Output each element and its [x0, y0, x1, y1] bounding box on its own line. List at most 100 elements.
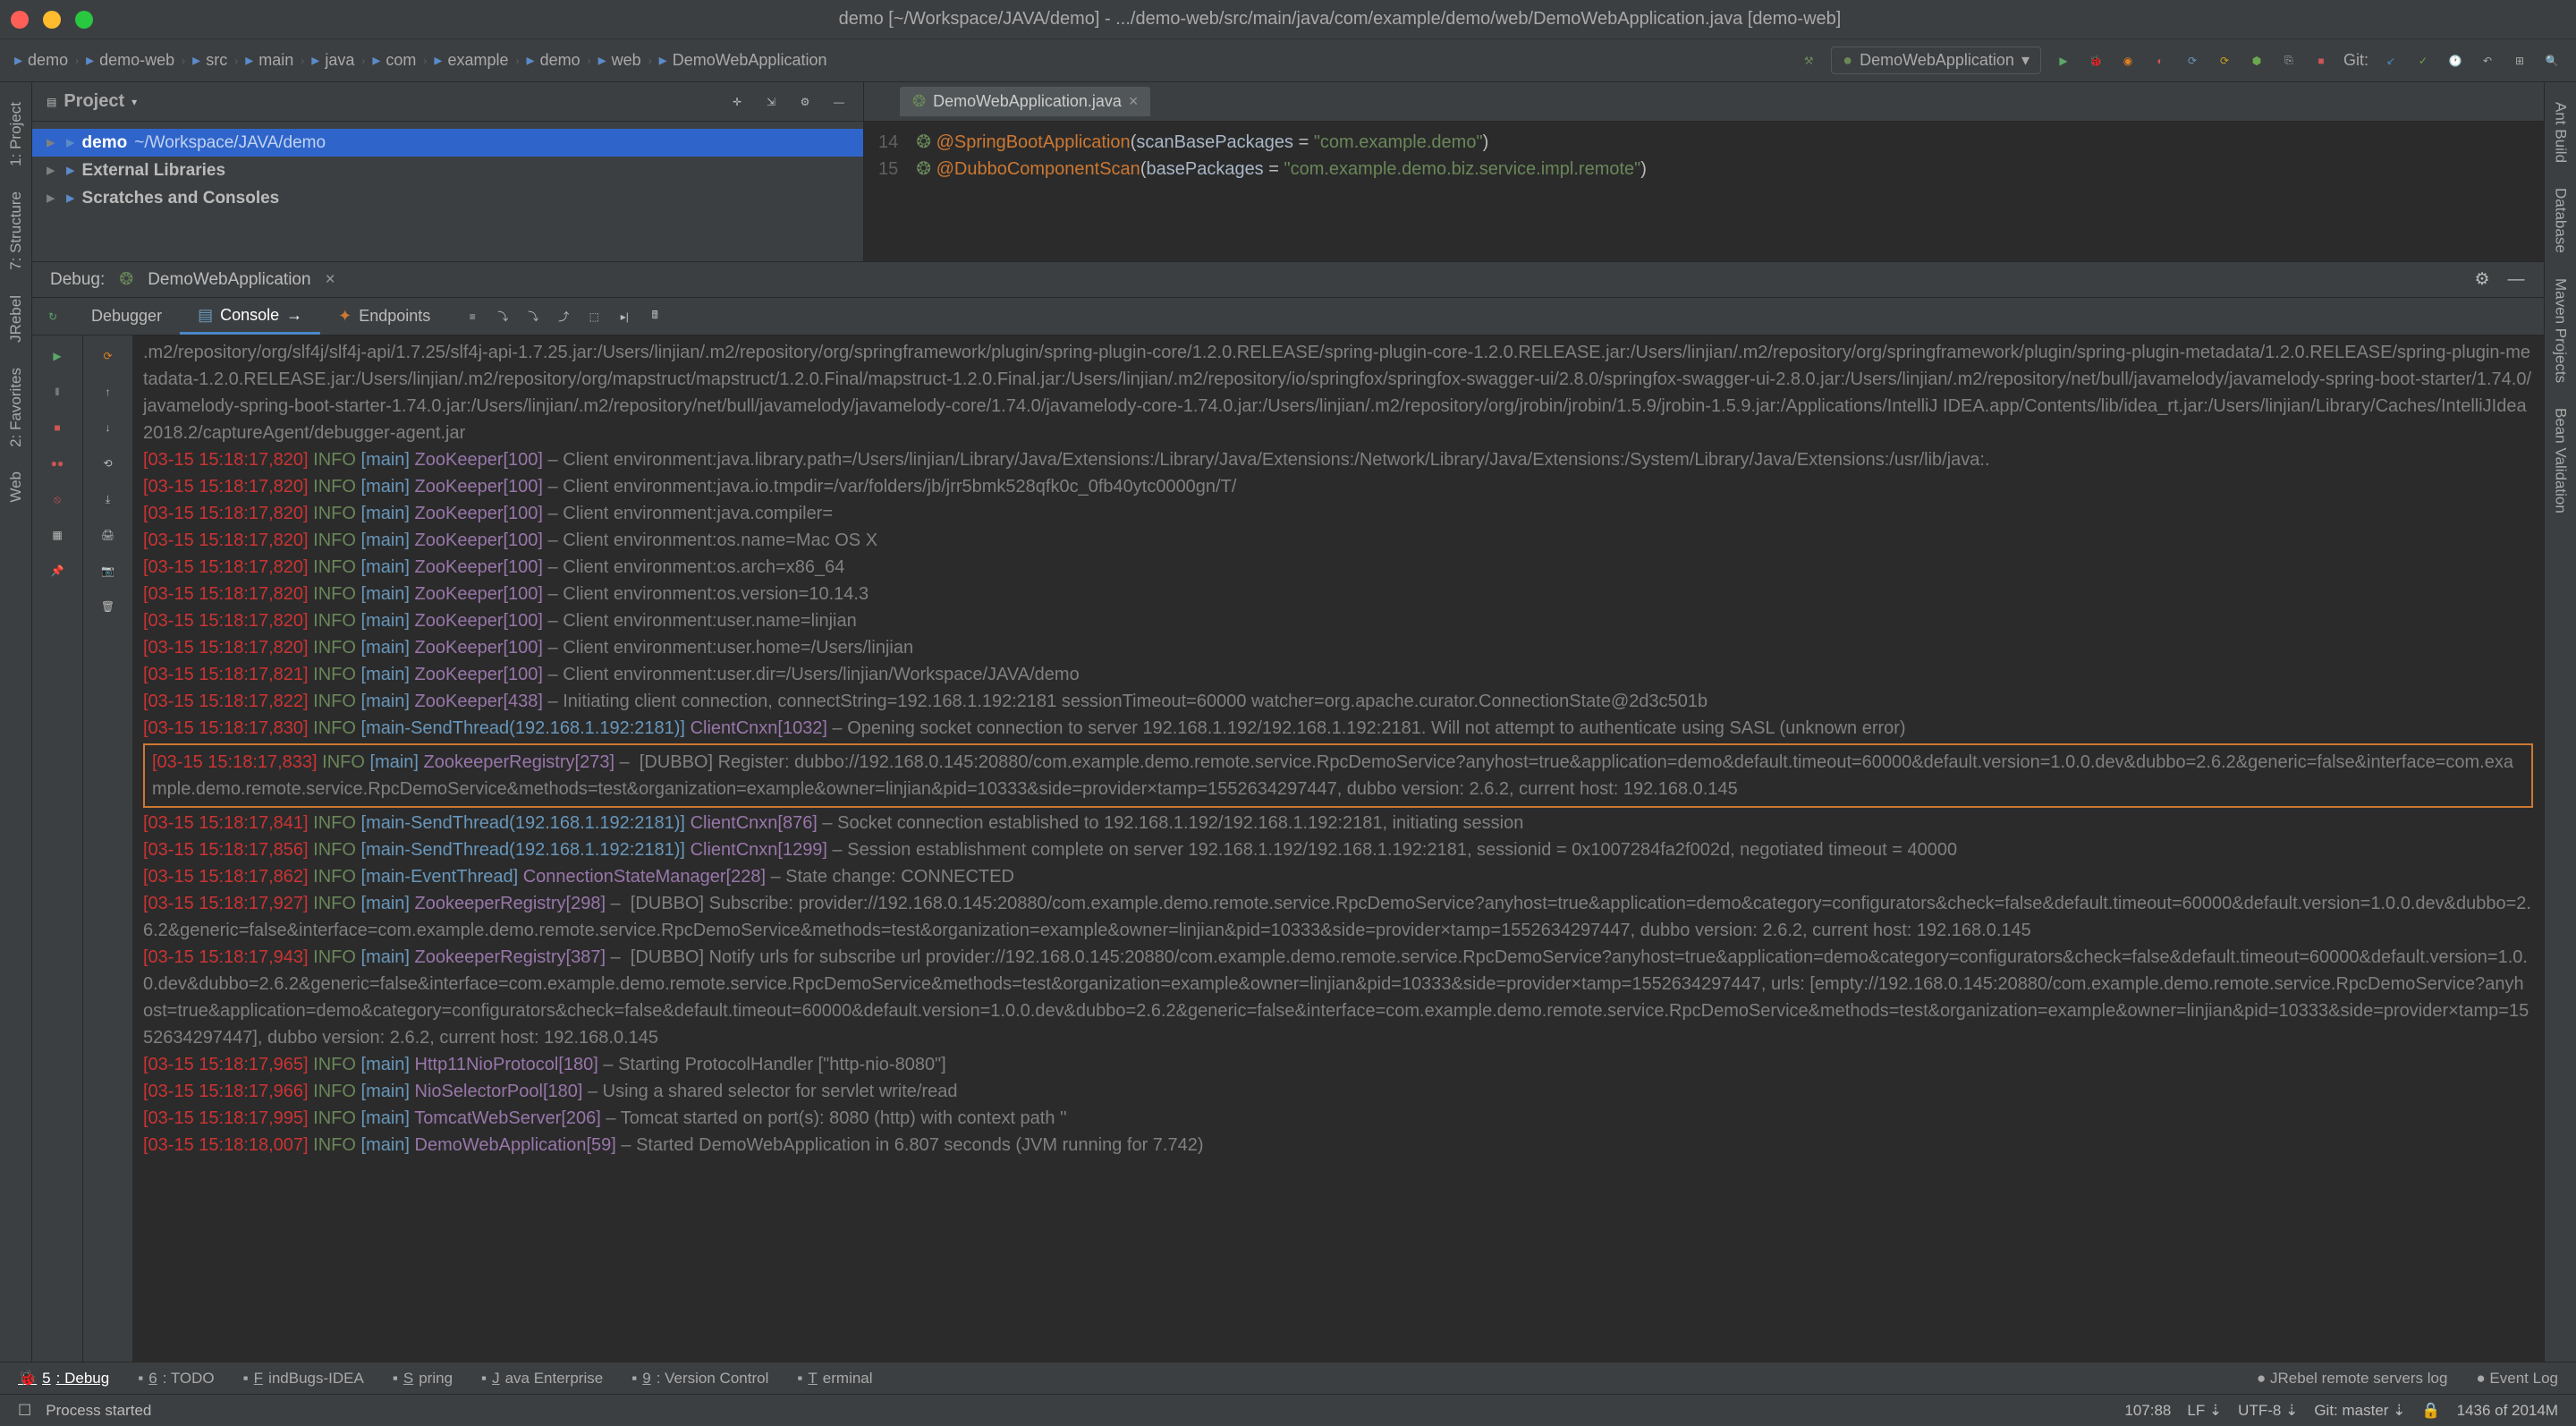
- print-icon[interactable]: 🖨: [98, 525, 118, 545]
- rail-tab[interactable]: JRebel: [7, 283, 25, 355]
- encoding[interactable]: UTF-8 ⇣: [2238, 1402, 2298, 1420]
- editor-tab[interactable]: ❂ DemoWebApplication.java ×: [900, 87, 1150, 116]
- android-icon[interactable]: ⬢: [2247, 51, 2267, 71]
- coverage-icon[interactable]: ◉: [2118, 51, 2138, 71]
- evaluate-icon[interactable]: 🖩: [645, 307, 665, 327]
- rail-tab[interactable]: 1: Project: [7, 89, 25, 179]
- close-icon[interactable]: ×: [326, 270, 335, 290]
- breadcrumb-item[interactable]: ▸ demo: [527, 51, 580, 70]
- search-icon[interactable]: 🔍: [2542, 51, 2562, 71]
- breadcrumb-item[interactable]: ▸ com: [372, 51, 416, 70]
- profile-icon[interactable]: ◐: [2150, 51, 2170, 71]
- breakpoints-icon[interactable]: ●●: [47, 454, 67, 473]
- run-to-cursor-icon[interactable]: ▸|: [614, 307, 634, 327]
- console-tab[interactable]: ▤Console →: [180, 299, 320, 335]
- tree-item[interactable]: ▸▸ External Libraries: [32, 157, 863, 184]
- rail-tab[interactable]: Database: [2552, 175, 2570, 266]
- jrebel-icon[interactable]: ⟳: [98, 346, 118, 366]
- pin-icon[interactable]: 📌: [47, 561, 67, 581]
- breadcrumb-item[interactable]: ▸ java: [311, 51, 354, 70]
- git-history-icon[interactable]: 🕐: [2445, 51, 2465, 71]
- layout-icon[interactable]: ▦: [47, 525, 67, 545]
- rail-tab[interactable]: Bean Validation: [2552, 395, 2570, 526]
- attach-icon[interactable]: ⎘: [2279, 51, 2299, 71]
- step-over-icon[interactable]: ≡: [462, 307, 482, 327]
- breadcrumb-item[interactable]: ▸ main: [245, 51, 293, 70]
- stop-icon[interactable]: ■: [2311, 51, 2331, 71]
- close-window[interactable]: [11, 11, 29, 29]
- run-configuration[interactable]: ● DemoWebApplication ▾: [1831, 47, 2041, 74]
- drop-frame-icon[interactable]: ⬚: [584, 307, 604, 327]
- hide-icon[interactable]: —: [2506, 270, 2526, 290]
- breadcrumb-item[interactable]: ▸ demo-web: [86, 51, 174, 70]
- bottom-tab[interactable]: ● JRebel remote servers log: [2257, 1370, 2447, 1388]
- bottom-tab[interactable]: ▪ 9: Version Control: [631, 1370, 768, 1388]
- project-title[interactable]: Project: [64, 91, 124, 112]
- bottom-tab[interactable]: ▪ FindBugs-IDEA: [243, 1370, 364, 1388]
- endpoints-tab[interactable]: ✦Endpoints: [320, 300, 448, 333]
- resume-icon[interactable]: ▶: [47, 346, 67, 366]
- jrebel-debug-icon[interactable]: ⟳: [2215, 51, 2234, 71]
- rail-tab[interactable]: 7: Structure: [7, 179, 25, 283]
- debug-icon[interactable]: 🐞: [2086, 51, 2106, 71]
- locate-icon[interactable]: ✛: [727, 92, 747, 112]
- lock-icon[interactable]: 🔒: [2421, 1402, 2440, 1420]
- breadcrumb-item[interactable]: ▸ example: [434, 51, 508, 70]
- run-icon[interactable]: ▶: [2054, 51, 2073, 71]
- hide-icon[interactable]: —: [829, 92, 849, 112]
- line-sep[interactable]: LF ⇣: [2187, 1402, 2222, 1420]
- soft-wrap-icon[interactable]: ⟲: [98, 454, 118, 473]
- breadcrumb-item[interactable]: ▸ demo: [14, 51, 68, 70]
- memory-indicator[interactable]: 1436 of 2014M: [2457, 1402, 2558, 1420]
- chevron-down-icon[interactable]: ▾: [131, 96, 137, 108]
- rerun-icon[interactable]: ↻: [43, 307, 63, 327]
- debugger-tab[interactable]: Debugger: [73, 300, 180, 333]
- bottom-tab[interactable]: 🐞 5: Debug: [18, 1370, 109, 1388]
- scroll-up-icon[interactable]: ↑: [98, 382, 118, 402]
- tree-item[interactable]: ▸▸ Scratches and Consoles: [32, 184, 863, 212]
- git-revert-icon[interactable]: ↶: [2478, 51, 2497, 71]
- tree-item[interactable]: ▸▸ demo ~/Workspace/JAVA/demo: [32, 129, 863, 157]
- rail-tab[interactable]: Web: [7, 459, 25, 515]
- close-tab-icon[interactable]: ×: [1129, 92, 1139, 111]
- force-step-icon[interactable]: ⤵: [523, 307, 543, 327]
- console-output[interactable]: .m2/repository/org/slf4j/slf4j-api/1.7.2…: [132, 335, 2544, 1362]
- minimize-window[interactable]: [43, 11, 61, 29]
- bottom-tab[interactable]: ▪ Java Enterprise: [481, 1370, 603, 1388]
- jrebel-run-icon[interactable]: ⟳: [2182, 51, 2202, 71]
- rail-tab[interactable]: Ant Build: [2552, 89, 2570, 175]
- rail-tab[interactable]: 2: Favorites: [7, 355, 25, 460]
- clear-icon[interactable]: 🗑: [98, 597, 118, 616]
- collapse-icon[interactable]: ⇲: [761, 92, 781, 112]
- stop-icon[interactable]: ■: [47, 418, 67, 437]
- step-out-icon[interactable]: ⤴: [554, 307, 573, 327]
- settings-icon[interactable]: ⚙: [795, 92, 815, 112]
- breadcrumb-item[interactable]: ▸ DemoWebApplication: [659, 51, 827, 70]
- camera-icon[interactable]: 📷: [98, 561, 118, 581]
- spring-icon: ❂: [912, 92, 926, 111]
- code-area[interactable]: 1415 ❂ @SpringBootApplication(scanBasePa…: [864, 122, 2544, 190]
- scroll-end-icon[interactable]: ⤓: [98, 489, 118, 509]
- git-commit-icon[interactable]: ✓: [2413, 51, 2433, 71]
- maximize-window[interactable]: [75, 11, 93, 29]
- git-update-icon[interactable]: ↙: [2381, 51, 2401, 71]
- rail-tab[interactable]: Maven Projects: [2552, 266, 2570, 395]
- step-into-icon[interactable]: ⤵: [493, 307, 513, 327]
- project-view-icon[interactable]: ▤: [47, 96, 56, 108]
- caret-position[interactable]: 107:88: [2124, 1402, 2171, 1420]
- ide-settings-icon[interactable]: ⊞: [2510, 51, 2529, 71]
- gear-icon[interactable]: ⚙: [2472, 270, 2492, 290]
- bottom-tab[interactable]: ▪ Terminal: [797, 1370, 872, 1388]
- breadcrumb-item[interactable]: ▸ web: [598, 51, 641, 70]
- scroll-down-icon[interactable]: ↓: [98, 418, 118, 437]
- git-branch[interactable]: Git: master ⇣: [2314, 1402, 2405, 1420]
- build-icon[interactable]: ⚒: [1799, 51, 1818, 71]
- bottom-tab[interactable]: ▪ 6: TODO: [138, 1370, 214, 1388]
- breadcrumb-item[interactable]: ▸ src: [192, 51, 227, 70]
- bottom-tab[interactable]: ● Event Log: [2476, 1370, 2558, 1388]
- mute-bp-icon[interactable]: ⦸: [47, 489, 67, 509]
- status-icon[interactable]: ☐: [18, 1402, 31, 1420]
- project-tree[interactable]: ▸▸ demo ~/Workspace/JAVA/demo▸▸ External…: [32, 122, 863, 219]
- bottom-tab[interactable]: ▪ Spring: [393, 1370, 453, 1388]
- pause-icon[interactable]: ‖: [47, 382, 67, 402]
